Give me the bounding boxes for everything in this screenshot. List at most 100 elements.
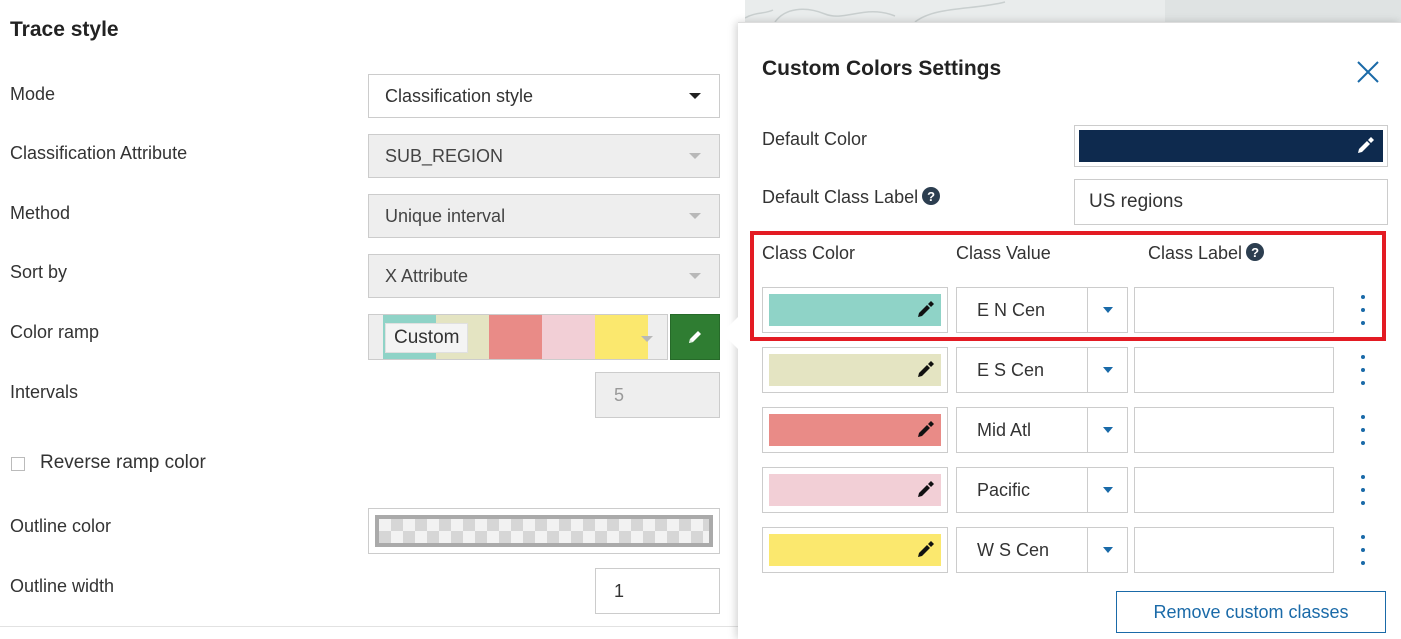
edit-color-ramp-button[interactable] [670,314,720,360]
class-value-dropdown-toggle[interactable] [1087,348,1127,392]
class-value-select[interactable]: Mid Atl [956,407,1128,453]
class-label-input[interactable] [1134,407,1334,453]
color-ramp-select: Custom [368,314,668,360]
class-value-dropdown-toggle[interactable] [1087,528,1127,572]
class-color-picker[interactable] [762,347,948,393]
default-color-label: Default Color [762,129,868,149]
class-label-input[interactable] [1134,347,1334,393]
eyedropper-icon[interactable] [1355,136,1375,156]
class-color-header: Class Color [762,243,856,263]
color-ramp-label: Color ramp [10,322,100,342]
eyedropper-icon[interactable] [915,420,935,440]
class-row: E N Cen [762,287,1392,333]
class-value-dropdown-toggle[interactable] [1087,288,1127,332]
section-title: Trace style [10,18,119,41]
chevron-down-icon [641,336,653,342]
eyedropper-icon[interactable] [915,480,935,500]
class-value-select[interactable]: E S Cen [956,347,1128,393]
class-color-swatch [769,354,941,386]
custom-colors-dialog: Custom Colors Settings Default Color Def… [722,22,1401,639]
class-color-picker[interactable] [762,287,948,333]
trace-style-panel: Trace style Mode Classification style Cl… [0,0,740,638]
outline-width-label: Outline width [10,576,115,596]
eyedropper-icon[interactable] [915,360,935,380]
reverse-ramp-label: Reverse ramp color [40,452,206,473]
default-class-label-input[interactable]: US regions [1074,179,1388,225]
class-value-text: E S Cen [977,359,1045,380]
eyedropper-icon[interactable] [915,540,935,560]
class-label-header: Class Label? [1148,243,1265,264]
class-value-dropdown-toggle[interactable] [1087,408,1127,452]
chevron-down-icon [689,273,701,279]
more-options-icon[interactable] [1355,415,1371,445]
divider [0,626,740,627]
chevron-down-icon [1102,307,1113,313]
chevron-down-icon [689,93,701,99]
method-select: Unique interval [368,194,720,238]
color-ramp-value: Custom [385,323,469,353]
mode-select-value: Classification style [385,85,534,106]
class-value-select[interactable]: W S Cen [956,527,1128,573]
class-value-text: W S Cen [977,539,1050,560]
more-options-icon[interactable] [1355,475,1371,505]
chevron-down-icon [689,153,701,159]
question-circle-icon[interactable]: ? [922,187,941,206]
close-icon[interactable] [1355,59,1381,85]
class-label-input[interactable] [1134,527,1334,573]
remove-custom-classes-button[interactable]: Remove custom classes [1116,591,1386,633]
default-color-picker[interactable] [1074,125,1388,167]
outline-color-picker[interactable] [368,508,720,554]
sort-by-value: X Attribute [385,265,469,286]
class-color-swatch [769,414,941,446]
more-options-icon[interactable] [1355,355,1371,385]
class-color-picker[interactable] [762,407,948,453]
class-row: Pacific [762,467,1392,513]
class-color-swatch [769,294,941,326]
outline-color-label: Outline color [10,516,112,536]
class-label-input[interactable] [1134,467,1334,513]
classification-attribute-value: SUB_REGION [385,145,504,166]
ramp-swatch [542,315,595,359]
class-value-header: Class Value [956,243,1051,263]
class-label-input[interactable] [1134,287,1334,333]
reverse-ramp-checkbox[interactable] [11,457,25,471]
class-color-swatch [769,474,941,506]
chevron-down-icon [1102,427,1113,433]
transparent-swatch [375,515,713,547]
class-value-text: Mid Atl [977,419,1032,440]
outline-width-input[interactable]: 1 [595,568,720,614]
default-class-label-label: Default Class Label? [762,187,941,208]
classification-attribute-label: Classification Attribute [10,143,188,163]
chevron-down-icon [1102,547,1113,553]
mode-select[interactable]: Classification style [368,74,720,118]
class-row: E S Cen [762,347,1392,393]
eyedropper-icon[interactable] [915,300,935,320]
method-label: Method [10,203,71,223]
mode-label: Mode [10,84,56,104]
class-row: Mid Atl [762,407,1392,453]
more-options-icon[interactable] [1355,295,1371,325]
intervals-label: Intervals [10,382,79,402]
ramp-swatch [489,315,542,359]
default-color-swatch [1079,130,1383,162]
map-background [745,0,1401,22]
class-value-select[interactable]: E N Cen [956,287,1128,333]
class-color-picker[interactable] [762,467,948,513]
class-value-text: Pacific [977,479,1031,500]
class-color-picker[interactable] [762,527,948,573]
class-value-select[interactable]: Pacific [956,467,1128,513]
sort-by-select: X Attribute [368,254,720,298]
class-label-header-text: Class Label [1148,243,1243,263]
class-value-text: E N Cen [977,299,1046,320]
class-value-dropdown-toggle[interactable] [1087,468,1127,512]
question-circle-icon[interactable]: ? [1246,243,1265,262]
chevron-down-icon [1102,367,1113,373]
pencil-icon [689,331,701,343]
class-color-swatch [769,534,941,566]
chevron-down-icon [1102,487,1113,493]
dialog-title: Custom Colors Settings [762,57,1002,80]
class-row: W S Cen [762,527,1392,573]
default-class-label-text: Default Class Label [762,187,919,207]
map-outline [745,0,1401,22]
more-options-icon[interactable] [1355,535,1371,565]
